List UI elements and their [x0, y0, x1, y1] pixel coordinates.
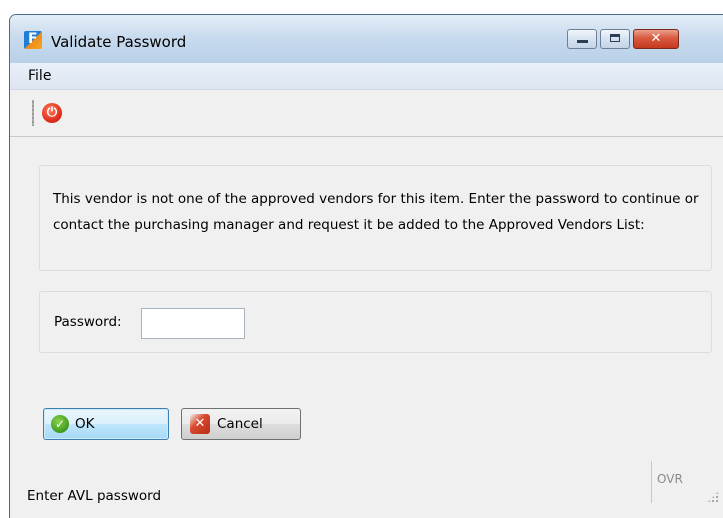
- toolbar: ⏻: [10, 90, 723, 137]
- checkmark-icon: ✓: [51, 415, 69, 433]
- resize-grip-icon[interactable]: [707, 491, 719, 503]
- minimize-button[interactable]: [567, 29, 597, 49]
- power-icon: ⏻: [46, 105, 58, 120]
- maximize-icon: [610, 34, 620, 42]
- close-button[interactable]: ✕: [633, 29, 679, 49]
- cancel-button[interactable]: ✕ Cancel: [181, 408, 301, 440]
- minimize-icon: [577, 40, 588, 43]
- password-panel: Password:: [39, 291, 712, 353]
- ok-label: OK: [75, 416, 95, 432]
- message-panel: This vendor is not one of the approved v…: [39, 165, 712, 271]
- vendor-warning-message: This vendor is not one of the approved v…: [53, 191, 699, 233]
- status-divider: [651, 461, 652, 503]
- password-label: Password:: [54, 314, 122, 330]
- cancel-label: Cancel: [217, 416, 263, 432]
- status-message: Enter AVL password: [27, 488, 162, 504]
- toolbar-grip[interactable]: [32, 100, 34, 126]
- exit-button[interactable]: ⏻: [42, 103, 62, 123]
- validate-password-window: Validate Password ✕ File ⏻ This vendor i…: [9, 14, 723, 518]
- cancel-x-icon: ✕: [190, 414, 210, 434]
- ok-button[interactable]: ✓ OK: [43, 408, 169, 440]
- close-icon: ✕: [650, 31, 662, 46]
- app-logo-icon: [24, 31, 42, 49]
- menu-item-file[interactable]: File: [28, 68, 51, 84]
- password-field[interactable]: [141, 308, 245, 339]
- title-bar[interactable]: Validate Password ✕: [10, 15, 723, 63]
- menu-bar: File: [10, 63, 723, 90]
- overwrite-mode-indicator: OVR: [657, 472, 683, 486]
- window-title: Validate Password: [51, 33, 187, 51]
- maximize-button[interactable]: [600, 29, 630, 49]
